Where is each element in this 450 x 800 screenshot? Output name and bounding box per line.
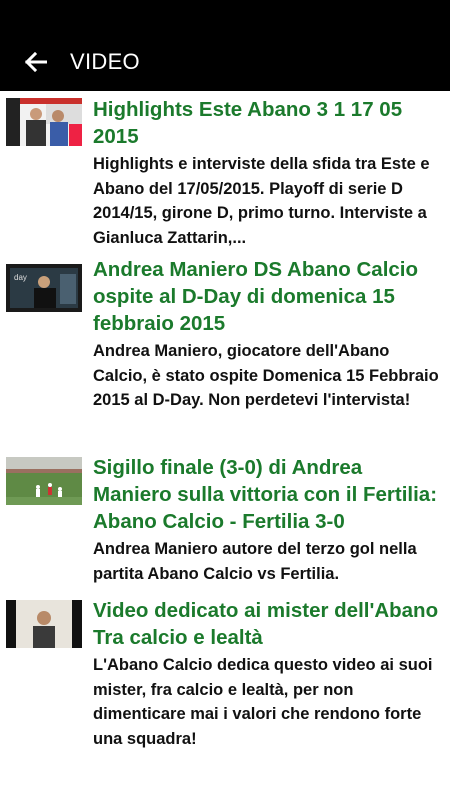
arrow-left-icon (25, 51, 47, 72)
video-thumbnail (6, 600, 82, 648)
video-list: Highlights Este Abano 3 1 17 05 2015 Hig… (0, 91, 450, 749)
video-thumbnail (6, 98, 82, 146)
app-bar: VIDEO (0, 32, 450, 91)
video-item[interactable]: Sigillo finale (3-0) di Andrea Maniero s… (0, 446, 450, 589)
video-item[interactable]: Highlights Este Abano 3 1 17 05 2015 Hig… (0, 91, 450, 250)
video-title: Andrea Maniero DS Abano Calcio ospite al… (93, 258, 419, 335)
video-title: Highlights Este Abano 3 1 17 05 2015 (93, 98, 403, 148)
page-title: VIDEO (70, 48, 140, 74)
video-thumbnail: day (6, 264, 82, 312)
svg-text:day: day (14, 273, 27, 282)
video-description: Andrea Maniero autore del terzo gol nell… (93, 540, 417, 583)
video-title: Sigillo finale (3-0) di Andrea Maniero s… (93, 456, 438, 533)
back-button[interactable] (24, 50, 48, 74)
video-title: Video dedicato ai mister dell'Abano Tra … (93, 599, 439, 649)
video-item[interactable]: day Andrea Maniero DS Abano Calcio ospit… (0, 250, 450, 446)
video-item[interactable]: Video dedicato ai mister dell'Abano Tra … (0, 589, 450, 749)
video-description: L'Abano Calcio dedica questo video ai su… (93, 656, 433, 748)
status-bar (0, 0, 450, 32)
video-description: Andrea Maniero, giocatore dell'Abano Cal… (93, 342, 439, 409)
video-description: Highlights e interviste della sfida tra … (93, 155, 430, 247)
video-thumbnail (6, 457, 82, 505)
